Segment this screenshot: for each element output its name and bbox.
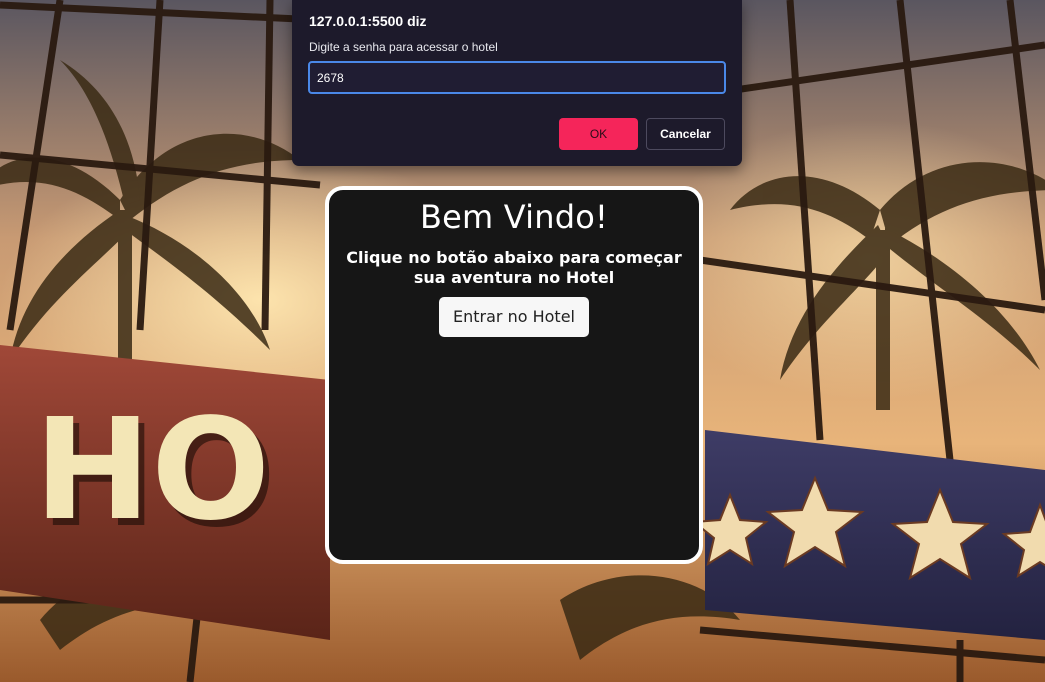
welcome-title: Bem Vindo! xyxy=(419,198,609,236)
ok-button[interactable]: OK xyxy=(559,118,638,150)
dialog-message: Digite a senha para acessar o hotel xyxy=(309,40,498,54)
sign-letters: HO xyxy=(34,389,270,552)
enter-hotel-button[interactable]: Entrar no Hotel xyxy=(439,297,589,337)
password-input[interactable] xyxy=(308,61,726,94)
password-prompt-dialog: 127.0.0.1:5500 diz Digite a senha para a… xyxy=(292,0,742,166)
cancel-button[interactable]: Cancelar xyxy=(646,118,725,150)
welcome-subtitle: Clique no botão abaixo para começar sua … xyxy=(346,248,682,287)
dialog-origin: 127.0.0.1:5500 diz xyxy=(309,13,427,29)
welcome-card: Bem Vindo! Clique no botão abaixo para c… xyxy=(325,186,703,564)
